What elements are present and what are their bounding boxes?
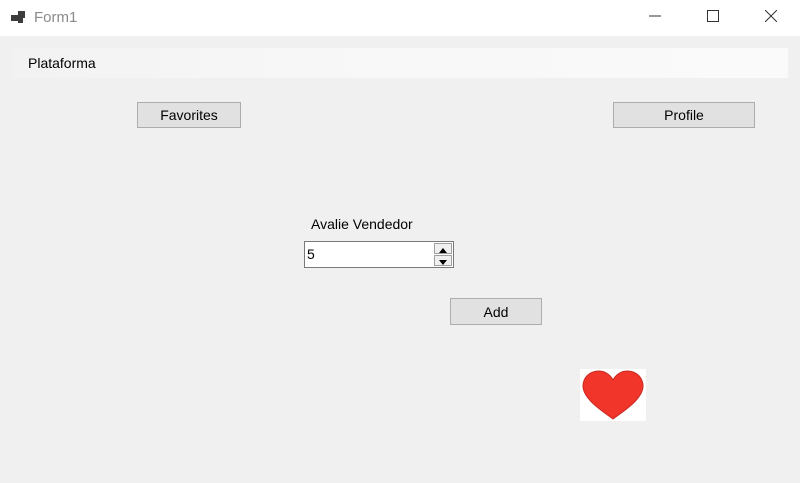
favorites-button[interactable]: Favorites xyxy=(137,102,241,128)
maximize-button[interactable] xyxy=(684,0,742,35)
heart-icon xyxy=(580,370,646,425)
rating-value[interactable]: 5 xyxy=(307,246,315,263)
menu-item-plataforma[interactable]: Plataforma xyxy=(28,55,96,72)
add-button[interactable]: Add xyxy=(450,298,542,325)
maximize-icon xyxy=(707,9,719,27)
menu-strip: Plataforma xyxy=(12,48,788,78)
stepper-down-button[interactable] xyxy=(434,255,452,266)
close-icon xyxy=(764,9,778,27)
minimize-button[interactable] xyxy=(626,0,684,35)
favorite-picture[interactable] xyxy=(580,369,646,421)
window-title: Form1 xyxy=(34,9,78,26)
minimize-icon xyxy=(649,9,661,27)
rating-stepper[interactable]: 5 xyxy=(304,241,454,268)
app-form-icon xyxy=(11,10,27,26)
form-window: Form1 Plataforma Favorites Profile Avali… xyxy=(0,0,800,483)
profile-button[interactable]: Profile xyxy=(613,102,755,128)
close-button[interactable] xyxy=(742,0,800,35)
chevron-down-icon xyxy=(439,252,447,270)
title-bar[interactable]: Form1 xyxy=(0,0,800,36)
rate-seller-label: Avalie Vendedor xyxy=(311,216,413,232)
